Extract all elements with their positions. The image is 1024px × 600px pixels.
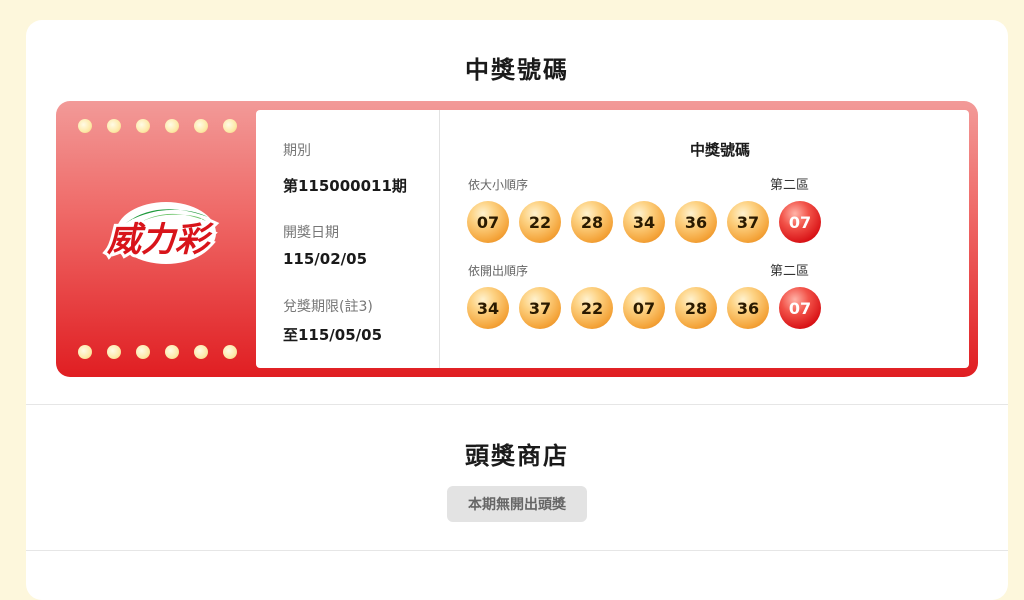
lottery-ticket: 威力彩 威力彩 期別 第115000011期 開獎日期 115/02/05 兌獎…	[56, 101, 978, 377]
light-dot	[165, 119, 179, 133]
light-dot	[165, 345, 179, 359]
section-title-jackpot-shop: 頭獎商店	[465, 442, 569, 470]
number-ball: 07	[467, 201, 509, 243]
deadline-value: 至115/05/05	[283, 326, 383, 344]
draw-date-label: 開獎日期	[283, 225, 339, 241]
winning-numbers-panel: 中獎號碼 依大小順序 第二區 07 22 28 34 36 37 07 依開出順…	[441, 110, 969, 368]
number-ball: 28	[571, 201, 613, 243]
light-dot	[107, 345, 121, 359]
logo-text: 威力彩	[106, 220, 214, 260]
number-ball: 36	[675, 201, 717, 243]
second-zone-ball: 07	[779, 201, 821, 243]
number-ball: 34	[467, 287, 509, 329]
number-ball: 28	[675, 287, 717, 329]
draw-info: 期別 第115000011期 開獎日期 115/02/05 兌獎期限(註3) 至…	[256, 110, 440, 368]
by-draw-label: 依開出順序	[468, 264, 529, 278]
light-dot	[223, 345, 237, 359]
by-size-label: 依大小順序	[468, 178, 529, 192]
draw-date-value: 115/02/05	[283, 250, 368, 268]
light-dot	[194, 345, 208, 359]
number-ball: 34	[623, 201, 665, 243]
light-dot	[223, 119, 237, 133]
second-zone-ball: 07	[779, 287, 821, 329]
period-label: 期別	[283, 143, 311, 159]
light-dot	[136, 345, 150, 359]
number-ball: 37	[519, 287, 561, 329]
zone2-label: 第二區	[770, 264, 810, 279]
number-ball: 37	[727, 201, 769, 243]
light-dot	[78, 345, 92, 359]
top-lights	[78, 119, 237, 133]
section-divider	[26, 404, 1008, 405]
light-dot	[136, 119, 150, 133]
by-draw-balls: 34 37 22 07 28 36 07	[467, 287, 821, 329]
no-jackpot-button[interactable]: 本期無開出頭獎	[447, 486, 587, 522]
zone2-label: 第二區	[770, 178, 810, 193]
results-card: 中獎號碼 威力彩 威力彩 期別 第115000011期 開獎日期 115/02/…	[26, 20, 1008, 600]
ticket-content: 期別 第115000011期 開獎日期 115/02/05 兌獎期限(註3) 至…	[256, 110, 969, 368]
section-divider	[26, 550, 1008, 551]
bottom-lights	[78, 345, 237, 359]
deadline-label: 兌獎期限(註3)	[283, 299, 373, 315]
light-dot	[107, 119, 121, 133]
ticket-left-panel: 威力彩 威力彩	[56, 101, 256, 377]
period-value: 第115000011期	[283, 177, 407, 195]
light-dot	[194, 119, 208, 133]
section-title-winning-numbers: 中獎號碼	[465, 56, 569, 84]
power-lottery-logo: 威力彩 威力彩	[103, 202, 217, 264]
winning-numbers-title: 中獎號碼	[689, 141, 750, 159]
number-ball: 22	[519, 201, 561, 243]
number-ball: 07	[623, 287, 665, 329]
number-ball: 36	[727, 287, 769, 329]
light-dot	[78, 119, 92, 133]
number-ball: 22	[571, 287, 613, 329]
by-size-balls: 07 22 28 34 36 37 07	[467, 201, 821, 243]
